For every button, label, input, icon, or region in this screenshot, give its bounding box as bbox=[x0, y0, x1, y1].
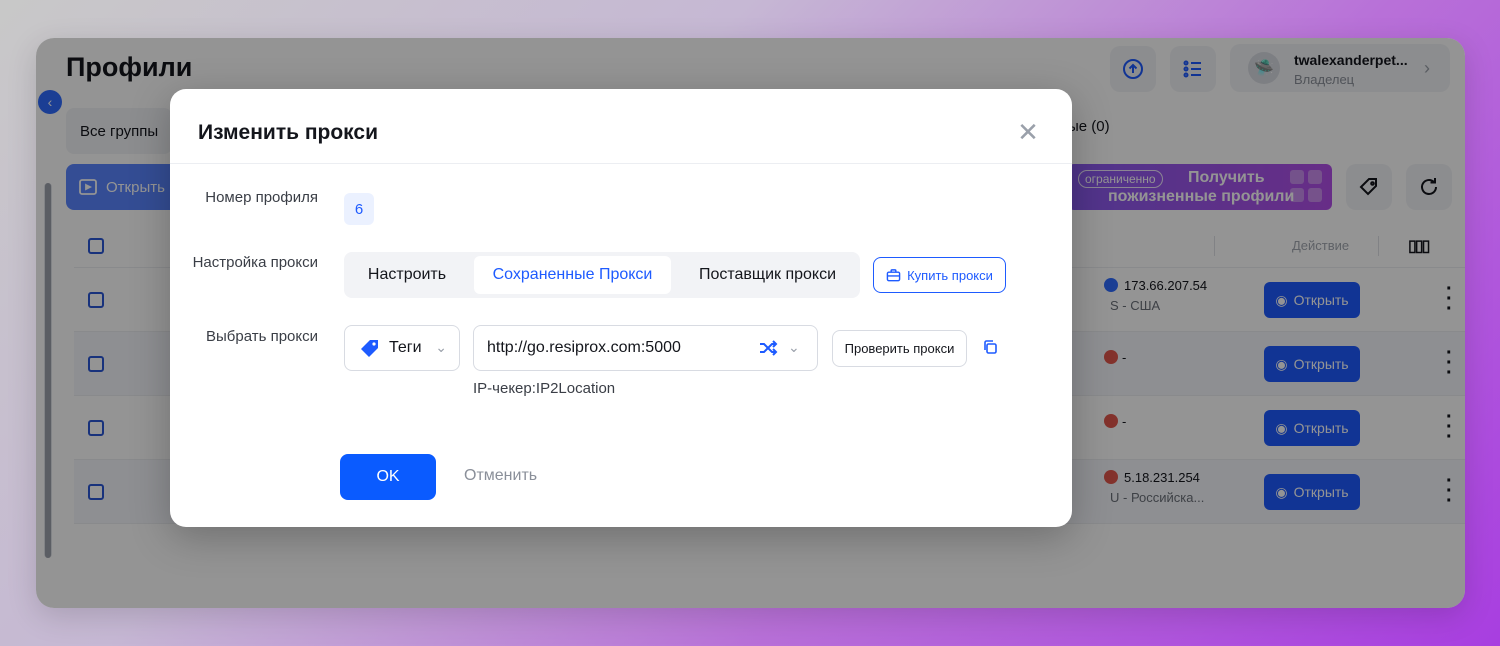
briefcase-icon bbox=[886, 268, 901, 281]
dialog-title: Изменить прокси bbox=[198, 121, 379, 144]
proxy-setup-label: Настройка прокси bbox=[192, 254, 318, 271]
buy-proxy-button[interactable]: Купить прокси bbox=[873, 257, 1006, 293]
cancel-button[interactable]: Отменить bbox=[464, 467, 537, 485]
check-proxy-button[interactable]: Проверить прокси bbox=[832, 330, 967, 367]
select-proxy-label: Выбрать прокси bbox=[205, 328, 318, 345]
dialog-divider bbox=[170, 163, 1072, 164]
ip-checker-label: IP-чекер:IP2Location bbox=[473, 380, 616, 397]
edit-proxy-dialog: Изменить прокси ✕ Номер профиля 6 Настро… bbox=[170, 89, 1072, 527]
profile-number-value: 6 bbox=[344, 193, 374, 225]
copy-icon[interactable] bbox=[982, 339, 998, 355]
segment-configure[interactable]: Настроить bbox=[348, 256, 466, 294]
close-icon[interactable]: ✕ bbox=[1016, 119, 1040, 145]
proxy-select[interactable]: http://go.resiprox.com:5000 ⌄ bbox=[473, 325, 818, 371]
proxy-value: http://go.resiprox.com:5000 bbox=[487, 339, 681, 356]
ok-button[interactable]: OK bbox=[340, 454, 436, 500]
shuffle-icon[interactable] bbox=[758, 338, 778, 358]
segment-saved-proxies[interactable]: Сохраненные Прокси bbox=[474, 256, 671, 294]
tags-label: Теги bbox=[389, 339, 422, 356]
proxy-mode-segmented: Настроить Сохраненные Прокси Поставщик п… bbox=[344, 252, 860, 298]
chevron-down-icon: ⌄ bbox=[788, 339, 800, 355]
buy-proxy-label: Купить прокси bbox=[907, 267, 993, 283]
tag-icon bbox=[361, 340, 378, 357]
tags-select[interactable]: Теги ⌄ bbox=[344, 325, 460, 371]
chevron-down-icon: ⌄ bbox=[435, 339, 447, 355]
segment-proxy-provider[interactable]: Поставщик прокси bbox=[679, 256, 856, 294]
profile-number-label: Номер профиля bbox=[205, 189, 318, 206]
